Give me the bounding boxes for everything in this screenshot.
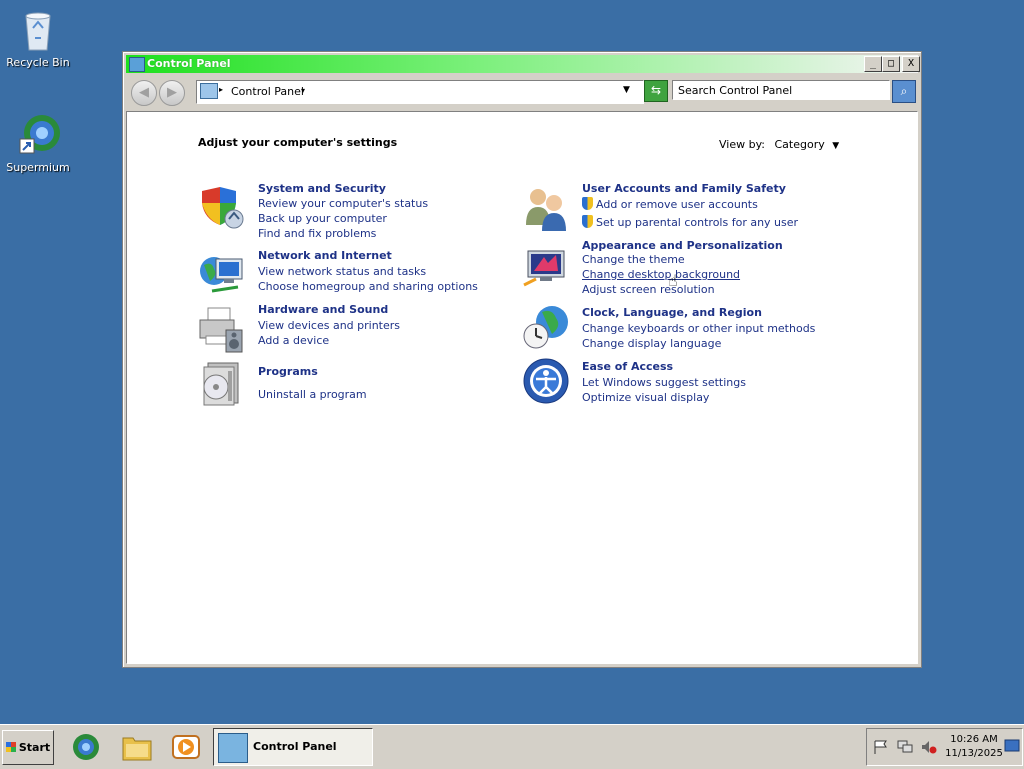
- category-link-hovered[interactable]: Change desktop background: [582, 268, 740, 281]
- forward-button[interactable]: ▶: [159, 80, 185, 106]
- category-title[interactable]: Hardware and Sound: [258, 303, 388, 316]
- category-title[interactable]: Clock, Language, and Region: [582, 306, 762, 319]
- address-separator-icon[interactable]: ▸: [219, 85, 223, 94]
- category-link[interactable]: Add a device: [258, 334, 329, 347]
- content-pane: Adjust your computer's settings View by:…: [126, 111, 918, 664]
- category-title[interactable]: User Accounts and Family Safety: [582, 182, 786, 195]
- window-title: Control Panel: [147, 57, 231, 70]
- maximize-button[interactable]: □: [882, 56, 900, 72]
- address-bar[interactable]: ▸ Control Panel ▾ ▼: [196, 80, 644, 104]
- category-title[interactable]: System and Security: [258, 182, 386, 195]
- category-link[interactable]: Let Windows suggest settings: [582, 376, 746, 389]
- category-title[interactable]: Appearance and Personalization: [582, 239, 783, 252]
- view-by-dropdown[interactable]: Category: [775, 138, 825, 151]
- category-link[interactable]: Change display language: [582, 337, 721, 350]
- uac-shield-icon: [582, 197, 593, 210]
- category-link[interactable]: Optimize visual display: [582, 391, 709, 404]
- chevron-down-icon[interactable]: ▼: [832, 141, 839, 151]
- taskbar: Start Control Panel 10:26 AM 11/13/2025: [0, 724, 1024, 769]
- printer-icon[interactable]: [198, 306, 243, 353]
- uac-shield-icon: [582, 215, 593, 228]
- show-desktop-icon[interactable]: [1004, 739, 1020, 753]
- category-link[interactable]: Adjust screen resolution: [582, 283, 715, 296]
- supermium-quicklaunch-icon[interactable]: [71, 732, 101, 762]
- breadcrumb-control-panel[interactable]: Control Panel: [231, 85, 304, 98]
- taskbar-button-control-panel[interactable]: Control Panel: [213, 728, 373, 766]
- minimize-button[interactable]: _: [864, 56, 882, 72]
- category-link-text[interactable]: Set up parental controls for any user: [596, 216, 798, 229]
- breadcrumb-chevron-icon[interactable]: ▾: [301, 86, 305, 95]
- users-icon[interactable]: [522, 185, 566, 231]
- system-tray: 10:26 AM 11/13/2025: [866, 728, 1023, 766]
- close-button[interactable]: X: [902, 56, 920, 72]
- clock[interactable]: 10:26 AM 11/13/2025: [945, 733, 1003, 761]
- start-button[interactable]: Start: [2, 730, 54, 765]
- search-input[interactable]: [672, 80, 890, 100]
- title-bar[interactable]: Control Panel _ □ X: [126, 55, 920, 73]
- desktop-icon-recycle-bin[interactable]: Recycle Bin: [0, 8, 76, 69]
- category-link[interactable]: Review your computer's status: [258, 197, 428, 210]
- category-link[interactable]: View devices and printers: [258, 319, 400, 332]
- hand-cursor-icon: ☝: [668, 271, 678, 290]
- ease-of-access-icon[interactable]: [522, 357, 569, 404]
- category-link[interactable]: View network status and tasks: [258, 265, 426, 278]
- category-link-text[interactable]: Add or remove user accounts: [596, 198, 758, 211]
- navigation-bar: ◀ ▶ ▸ Control Panel ▾ ▼ ⇆ ⌕: [126, 75, 918, 107]
- control-panel-icon: [129, 57, 145, 72]
- network-icon[interactable]: [897, 740, 913, 754]
- category-title[interactable]: Programs: [258, 365, 318, 378]
- programs-disc-icon[interactable]: [198, 359, 242, 406]
- volume-muted-icon[interactable]: [921, 740, 937, 754]
- control-panel-icon: [200, 83, 218, 99]
- view-by-label: View by:: [719, 138, 765, 151]
- category-title[interactable]: Network and Internet: [258, 249, 392, 262]
- clock-globe-icon[interactable]: [522, 302, 568, 349]
- start-label: Start: [18, 741, 51, 754]
- supermium-icon: [18, 113, 60, 157]
- category-link-shielded[interactable]: Add or remove user accounts: [582, 197, 758, 211]
- taskbar-button-label: Control Panel: [253, 740, 337, 753]
- action-center-flag-icon[interactable]: [873, 740, 889, 754]
- monitor-paint-icon[interactable]: [522, 249, 566, 293]
- control-panel-window: Control Panel _ □ X ◀ ▶ ▸ Control Panel …: [122, 51, 922, 668]
- view-by: View by: Category ▼: [719, 138, 839, 151]
- category-link[interactable]: Change the theme: [582, 253, 685, 266]
- security-shield-icon[interactable]: [198, 185, 244, 229]
- windows-logo-icon: [5, 742, 16, 752]
- category-title[interactable]: Ease of Access: [582, 360, 673, 373]
- clock-date: 11/13/2025: [945, 748, 1003, 759]
- category-link[interactable]: Find and fix problems: [258, 227, 376, 240]
- category-link-shielded[interactable]: Set up parental controls for any user: [582, 215, 798, 229]
- explorer-folder-icon[interactable]: [121, 732, 152, 762]
- desktop-icon-label: Supermium: [6, 161, 70, 174]
- address-dropdown-icon[interactable]: ▼: [623, 85, 630, 95]
- desktop-icon-supermium[interactable]: Supermium: [0, 113, 76, 174]
- media-player-icon[interactable]: [171, 732, 201, 762]
- back-button[interactable]: ◀: [131, 80, 157, 106]
- category-link[interactable]: Change keyboards or other input methods: [582, 322, 815, 335]
- category-link[interactable]: Choose homegroup and sharing options: [258, 280, 478, 293]
- category-link[interactable]: Uninstall a program: [258, 388, 367, 401]
- category-link[interactable]: Back up your computer: [258, 212, 387, 225]
- page-title: Adjust your computer's settings: [198, 136, 398, 149]
- clock-time: 10:26 AM: [950, 734, 998, 745]
- control-panel-icon: [218, 733, 248, 763]
- recycle-bin-icon: [18, 8, 58, 52]
- network-globe-icon[interactable]: [198, 251, 243, 295]
- desktop-icon-label: Recycle Bin: [6, 56, 70, 69]
- search-icon[interactable]: ⌕: [892, 80, 916, 103]
- refresh-button[interactable]: ⇆: [644, 80, 668, 102]
